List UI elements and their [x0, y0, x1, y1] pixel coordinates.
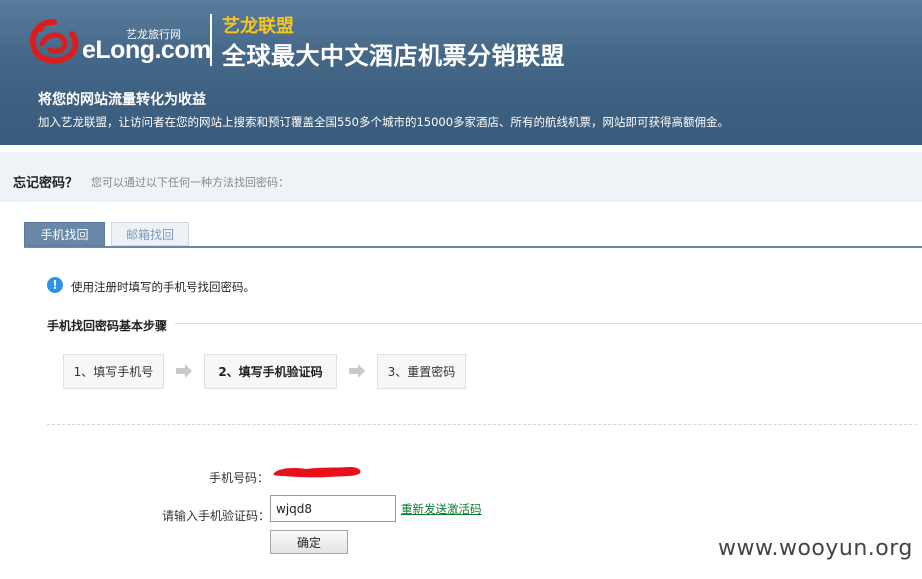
arrow-right-icon [176, 364, 192, 378]
tab-email-recovery[interactable]: 邮箱找回 [111, 222, 189, 246]
header-description: 加入艺龙联盟，让访问者在您的网站上搜索和预订覆盖全国550多个城市的15000多… [38, 115, 730, 129]
phone-label: 手机号码： [209, 471, 270, 485]
page-hint: 您可以通过以下任何一种方法找回密码： [91, 176, 289, 189]
tab-phone-recovery[interactable]: 手机找回 [24, 222, 105, 246]
step-2: 2、填写手机验证码 [204, 354, 337, 389]
steps-title: 手机找回密码基本步骤 [47, 317, 176, 334]
step-1: 1、填写手机号 [63, 354, 164, 389]
header-banner: 艺龙旅行网 eLong.com 艺龙联盟 全球最大中文酒店机票分销联盟 将您的网… [0, 0, 922, 145]
tab-underline [24, 246, 922, 248]
step-3: 3、重置密码 [377, 354, 466, 389]
arrow-right-icon [349, 364, 365, 378]
info-icon: ! [47, 277, 63, 293]
header-slogan: 全球最大中文酒店机票分销联盟 [222, 42, 565, 70]
verification-code-input[interactable] [270, 495, 396, 522]
steps-divider [47, 323, 922, 324]
code-label: 请输入手机验证码： [162, 509, 271, 523]
dragon-logo-icon [30, 19, 79, 64]
phone-number-redacted [273, 467, 361, 478]
watermark: www.wooyun.org [718, 536, 913, 561]
dashed-divider [47, 424, 917, 425]
header-divider [210, 14, 212, 66]
info-text: 使用注册时填写的手机号找回密码。 [71, 280, 255, 294]
resend-code-link[interactable]: 重新发送激活码 [401, 501, 482, 517]
header-subtitle: 将您的网站流量转化为收益 [38, 92, 206, 108]
alliance-title: 艺龙联盟 [222, 16, 294, 37]
elong-logo[interactable]: 艺龙旅行网 eLong.com [28, 16, 211, 66]
brand-name: eLong.com [82, 36, 211, 64]
confirm-button[interactable]: 确定 [270, 530, 348, 554]
page-title: 忘记密码？ [13, 176, 79, 191]
